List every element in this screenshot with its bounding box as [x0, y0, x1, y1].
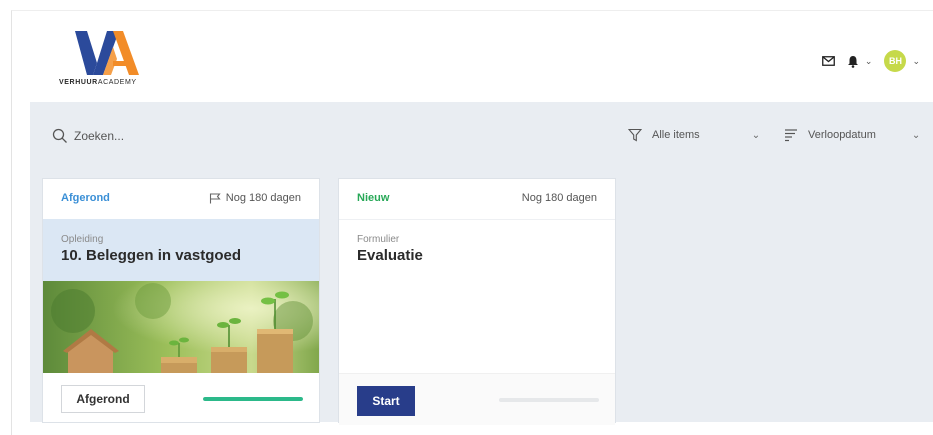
item-type: Formulier [357, 234, 400, 245]
days-remaining: Nog 180 dagen [521, 192, 597, 204]
deadline: Nog 180 dagen [209, 192, 301, 204]
course-card[interactable]: Afgerond Nog 180 dagen Opleiding 10. Bel… [42, 178, 320, 423]
mail-icon[interactable] [822, 56, 835, 66]
card-header: Afgerond Nog 180 dagen [43, 179, 319, 220]
sort-dropdown[interactable]: Verloopdatum ⌄ [784, 128, 920, 142]
item-title: 10. Beleggen in vastgoed [61, 247, 242, 264]
card-image [43, 281, 319, 373]
card-footer: Afgerond [43, 373, 319, 424]
completed-button[interactable]: Afgerond [61, 385, 145, 413]
search-input[interactable]: Zoeken... [52, 128, 124, 144]
card-title-area: Opleiding 10. Beleggen in vastgoed [43, 219, 319, 281]
logo[interactable]: VERHUURACADEMY [59, 29, 159, 99]
sort-label: Verloopdatum [808, 129, 876, 141]
flag-icon [209, 192, 221, 203]
progress-fill [203, 397, 303, 401]
brand-name: VERHUURACADEMY [59, 79, 137, 86]
progress-bar [499, 398, 599, 402]
sort-icon [785, 129, 797, 142]
filter-label: Alle items [652, 129, 700, 141]
card-footer: Start [339, 373, 615, 425]
chevron-down-icon: ⌄ [751, 129, 761, 141]
form-card[interactable]: Nieuw Nog 180 dagen Formulier Evaluatie … [338, 178, 616, 425]
start-button[interactable]: Start [357, 386, 415, 416]
item-title: Evaluatie [357, 247, 423, 264]
main-content: Zoeken... Alle items ⌄ Verloopdatum ⌄ Af… [30, 102, 933, 425]
top-header: VERHUURACADEMY ⌄ BH ⌄ [12, 11, 933, 101]
chevron-down-icon: ⌄ [911, 129, 921, 141]
bell-icon[interactable] [847, 55, 859, 68]
card-header: Nieuw Nog 180 dagen [339, 179, 615, 220]
card-title-area: Formulier Evaluatie [339, 219, 615, 281]
item-type: Opleiding [61, 234, 104, 245]
toolbar: Zoeken... Alle items ⌄ Verloopdatum ⌄ [30, 102, 933, 162]
filter-icon [628, 128, 642, 142]
chevron-down-icon[interactable]: ⌄ [865, 56, 873, 67]
house-and-coins-image [43, 281, 319, 373]
app-frame: VERHUURACADEMY ⌄ BH ⌄ Zoeken... Alle ite… [11, 10, 933, 435]
days-remaining: Nog 180 dagen [225, 192, 301, 204]
chevron-down-icon[interactable]: ⌄ [912, 56, 920, 67]
progress-bar [203, 397, 303, 401]
avatar[interactable]: BH [884, 50, 907, 72]
va-logo-icon [75, 31, 139, 75]
status-badge: Afgerond [61, 192, 110, 204]
search-icon [52, 128, 67, 143]
status-badge: Nieuw [357, 192, 390, 204]
search-placeholder: Zoeken... [74, 129, 125, 143]
filter-dropdown[interactable]: Alle items ⌄ [628, 128, 760, 142]
header-actions: ⌄ BH ⌄ [822, 49, 926, 73]
deadline: Nog 180 dagen [522, 192, 597, 204]
